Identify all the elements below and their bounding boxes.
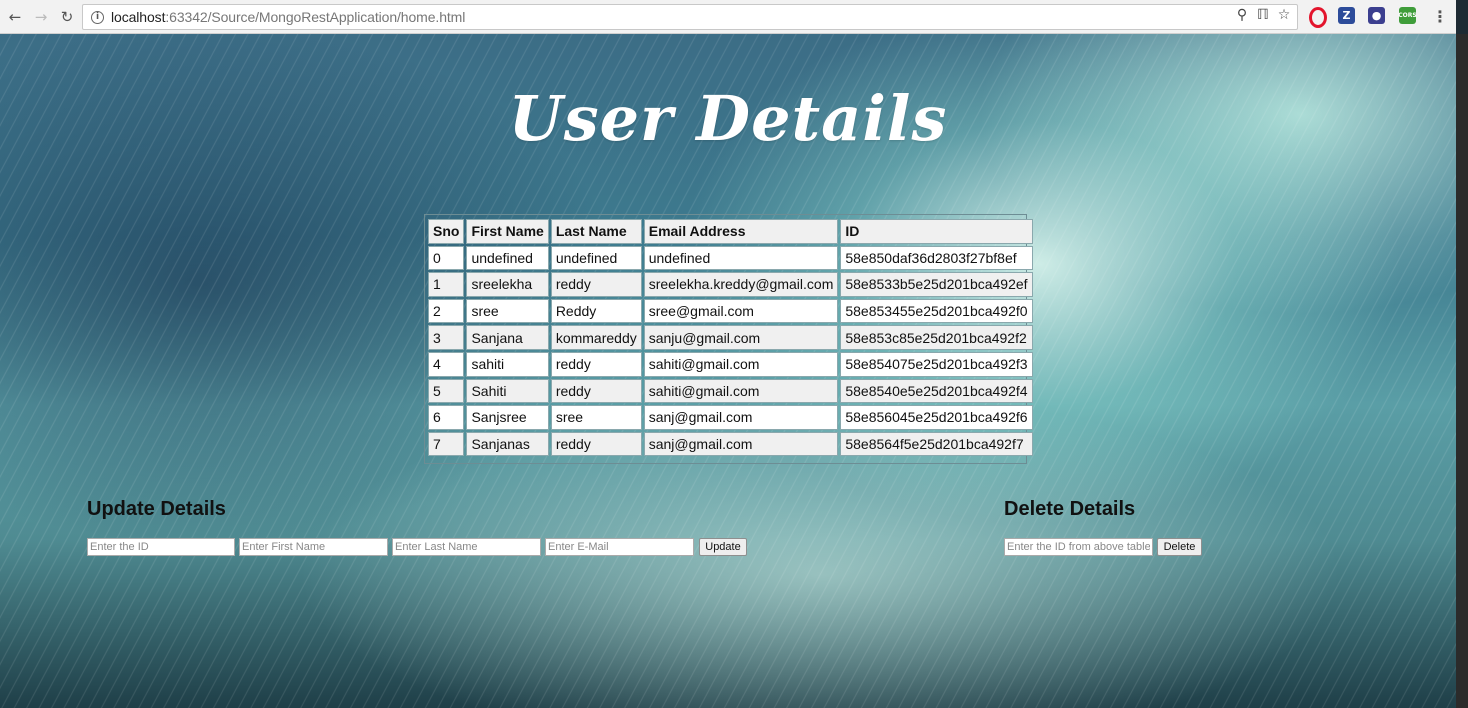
cell-id: 58e8564f5e25d201bca492f7 (840, 431, 1033, 457)
page-content: User Details Sno First Name Last Name Em… (0, 34, 1456, 708)
opera-icon[interactable] (1308, 7, 1327, 28)
cell-sno: 5 (428, 378, 465, 404)
table-row: 0 undefined undefined undefined 58e850da… (428, 245, 1033, 271)
cell-first-name: Sahiti (466, 378, 549, 404)
column-header-first-name: First Name (466, 219, 549, 244)
url-text[interactable]: localhost:63342/Source/MongoRestApplicat… (111, 9, 465, 25)
cell-last-name: undefined (550, 245, 642, 271)
window-edge (1456, 34, 1468, 708)
cell-id: 58e850daf36d2803f27bf8ef (840, 245, 1033, 271)
key-icon[interactable]: ℿ (1256, 7, 1270, 23)
table-header-row: Sno First Name Last Name Email Address I… (428, 219, 1033, 244)
user-table-container: Sno First Name Last Name Email Address I… (424, 214, 1033, 464)
cell-first-name: sahiti (466, 351, 549, 377)
mask-extension-icon[interactable]: ● (1368, 7, 1385, 24)
cell-email: sanju@gmail.com (643, 325, 839, 350)
cell-email: sahiti@gmail.com (643, 351, 839, 377)
url-host: localhost (111, 9, 166, 25)
cell-last-name: reddy (550, 351, 642, 377)
update-id-input[interactable] (87, 538, 235, 556)
cell-first-name: Sanjana (466, 325, 549, 350)
cors-extension-icon[interactable]: CORS (1398, 7, 1417, 24)
column-header-sno: Sno (428, 219, 465, 244)
cell-email: sanj@gmail.com (643, 405, 839, 430)
cell-first-name: sreelekha (466, 272, 549, 297)
table-row: 7 Sanjanas reddy sanj@gmail.com 58e8564f… (428, 431, 1033, 457)
star-icon[interactable]: ☆ (1277, 7, 1291, 23)
delete-details-heading: Delete Details (1004, 498, 1136, 520)
user-table: Sno First Name Last Name Email Address I… (426, 217, 1035, 458)
zoom-icon[interactable]: ⚲ (1235, 7, 1249, 23)
update-first-name-input[interactable] (239, 538, 388, 556)
table-row: 4 sahiti reddy sahiti@gmail.com 58e85407… (428, 351, 1033, 377)
url-path: :63342/Source/MongoRestApplication/home.… (165, 9, 466, 25)
cell-email: sree@gmail.com (643, 298, 839, 324)
cell-id: 58e853455e25d201bca492f0 (840, 298, 1033, 324)
cell-last-name: sree (550, 405, 642, 430)
info-icon[interactable]: i (91, 10, 104, 24)
menu-dots-icon[interactable]: ⋮ (1432, 7, 1448, 26)
cell-first-name: Sanjanas (466, 431, 549, 457)
z-extension-icon[interactable]: Z (1338, 7, 1355, 24)
cell-email: sanj@gmail.com (643, 431, 839, 457)
cell-email: undefined (643, 245, 839, 271)
cell-sno: 4 (428, 351, 465, 377)
cell-last-name: reddy (550, 431, 642, 457)
column-header-id: ID (840, 219, 1033, 244)
update-details-heading: Update Details (87, 498, 226, 520)
forward-arrow-icon[interactable]: → (30, 6, 52, 28)
cell-sno: 6 (428, 405, 465, 430)
cell-first-name: Sanjsree (466, 405, 549, 430)
cell-last-name: reddy (550, 378, 642, 404)
reload-icon[interactable]: ↻ (56, 6, 78, 28)
cell-last-name: Reddy (550, 298, 642, 324)
table-row: 6 Sanjsree sree sanj@gmail.com 58e856045… (428, 405, 1033, 430)
cell-first-name: undefined (466, 245, 549, 271)
cell-id: 58e8533b5e25d201bca492ef (840, 272, 1033, 297)
cell-id: 58e854075e25d201bca492f3 (840, 351, 1033, 377)
browser-toolbar: ← → ↻ i localhost:63342/Source/MongoRest… (0, 0, 1456, 34)
cell-sno: 3 (428, 325, 465, 350)
table-row: 2 sree Reddy sree@gmail.com 58e853455e25… (428, 298, 1033, 324)
page-title: User Details (508, 82, 948, 155)
cell-id: 58e8540e5e25d201bca492f4 (840, 378, 1033, 404)
cell-sno: 7 (428, 431, 465, 457)
cell-id: 58e856045e25d201bca492f6 (840, 405, 1033, 430)
back-arrow-icon[interactable]: ← (4, 6, 26, 28)
address-bar[interactable]: i localhost:63342/Source/MongoRestApplic… (82, 4, 1298, 30)
table-row: 5 Sahiti reddy sahiti@gmail.com 58e8540e… (428, 378, 1033, 404)
delete-id-input[interactable] (1004, 538, 1153, 556)
cell-last-name: reddy (550, 272, 642, 297)
delete-button[interactable]: Delete (1157, 538, 1202, 556)
update-email-input[interactable] (545, 538, 694, 556)
table-row: 1 sreelekha reddy sreelekha.kreddy@gmail… (428, 272, 1033, 297)
update-last-name-input[interactable] (392, 538, 541, 556)
cell-email: sahiti@gmail.com (643, 378, 839, 404)
cell-sno: 2 (428, 298, 465, 324)
table-row: 3 Sanjana kommareddy sanju@gmail.com 58e… (428, 325, 1033, 350)
cell-first-name: sree (466, 298, 549, 324)
column-header-last-name: Last Name (550, 219, 642, 244)
column-header-email: Email Address (643, 219, 839, 244)
cell-id: 58e853c85e25d201bca492f2 (840, 325, 1033, 350)
cell-email: sreelekha.kreddy@gmail.com (643, 272, 839, 297)
update-button[interactable]: Update (699, 538, 747, 556)
cell-last-name: kommareddy (550, 325, 642, 350)
cell-sno: 0 (428, 245, 465, 271)
cell-sno: 1 (428, 272, 465, 297)
